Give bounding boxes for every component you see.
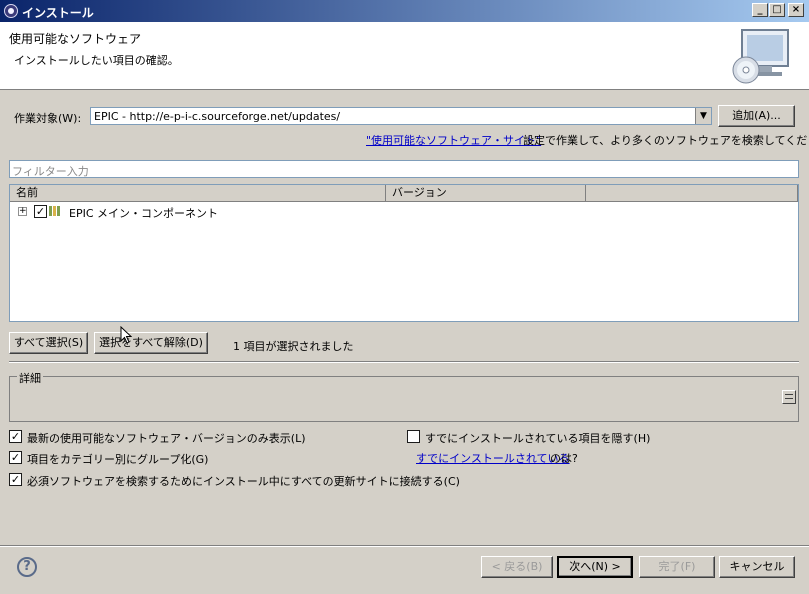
tree-header: 名前 バージョン — [10, 185, 798, 202]
item-label: EPIC メイン・コンポーネント — [69, 207, 219, 220]
group-by-category-checkbox[interactable]: ✓ — [9, 451, 22, 464]
hide-installed-checkbox[interactable] — [407, 430, 420, 443]
title-bar: インストール _ □ × — [0, 0, 809, 22]
deselect-all-button[interactable]: 選択をすべて解除(D) — [94, 332, 208, 354]
filter-input[interactable]: フィルター入力 — [9, 160, 799, 178]
monitor-cd-icon — [732, 29, 789, 84]
contact-update-sites-label[interactable]: 必須ソフトウェアを検索するためにインストール中にすべての更新サイトに接続する(C… — [27, 473, 460, 489]
add-site-button[interactable]: 追加(A)... — [718, 105, 795, 127]
already-installed-link[interactable]: すでにインストールされている — [416, 450, 570, 466]
minimize-button[interactable]: _ — [752, 3, 768, 17]
work-with-label: 作業対象(W): — [14, 112, 82, 125]
tree-row[interactable]: + ✓ EPIC メイン・コンポーネント — [10, 204, 798, 220]
back-button[interactable]: < 戻る(B) — [481, 556, 553, 578]
divider — [9, 361, 799, 363]
column-name[interactable]: 名前 — [10, 185, 386, 201]
finish-button[interactable]: 完了(F) — [639, 556, 715, 578]
cancel-button[interactable]: キャンセル — [719, 556, 795, 578]
column-version[interactable]: バージョン — [386, 185, 586, 201]
group-by-category-label[interactable]: 項目をカテゴリー別にグループ化(G) — [27, 451, 208, 467]
available-sites-link[interactable]: "使用可能なソフトウェア・サイト" — [366, 132, 541, 148]
already-installed-suffix: のは? — [550, 452, 578, 465]
page-description: インストールしたい項目の確認。 — [14, 54, 179, 67]
details-label: 詳細 — [17, 370, 43, 386]
latest-version-label[interactable]: 最新の使用可能なソフトウェア・バージョンのみ表示(L) — [27, 430, 306, 446]
contact-update-sites-checkbox[interactable]: ✓ — [9, 473, 22, 486]
mouse-cursor-icon — [120, 326, 132, 344]
window-title: インストール — [22, 6, 94, 20]
available-sites-hint: 設定で作業して、より多くのソフトウェアを検索してください。 — [523, 134, 809, 147]
software-tree[interactable]: 名前 バージョン + ✓ EPIC メイン・コンポーネント — [9, 184, 799, 322]
feature-icon — [49, 206, 63, 217]
hide-installed-label[interactable]: すでにインストールされている項目を隠す(H) — [425, 430, 650, 446]
chevron-down-icon[interactable]: ▼ — [695, 108, 711, 124]
details-toggle-icon[interactable] — [782, 390, 796, 404]
work-with-value: EPIC - http://e-p-i-c.sourceforge.net/up… — [94, 110, 341, 123]
maximize-button[interactable]: □ — [769, 3, 785, 17]
eclipse-icon — [4, 4, 18, 18]
column-extra[interactable] — [586, 185, 798, 201]
page-title: 使用可能なソフトウェア — [9, 32, 142, 46]
next-button[interactable]: 次へ(N) > — [557, 556, 633, 578]
filter-placeholder: フィルター入力 — [12, 165, 89, 178]
item-checkbox[interactable]: ✓ — [34, 205, 47, 218]
latest-version-checkbox[interactable]: ✓ — [9, 430, 22, 443]
wizard-banner: 使用可能なソフトウェア インストールしたい項目の確認。 — [0, 22, 809, 90]
work-with-combo[interactable]: EPIC - http://e-p-i-c.sourceforge.net/up… — [90, 107, 712, 125]
select-all-button[interactable]: すべて選択(S) — [9, 332, 88, 354]
close-button[interactable]: × — [788, 3, 804, 17]
expand-icon[interactable]: + — [18, 207, 27, 216]
help-icon[interactable]: ? — [17, 557, 37, 577]
footer-divider — [0, 545, 809, 547]
details-group: 詳細 — [9, 370, 799, 422]
selection-status: 1 項目が選択されました — [233, 340, 354, 353]
